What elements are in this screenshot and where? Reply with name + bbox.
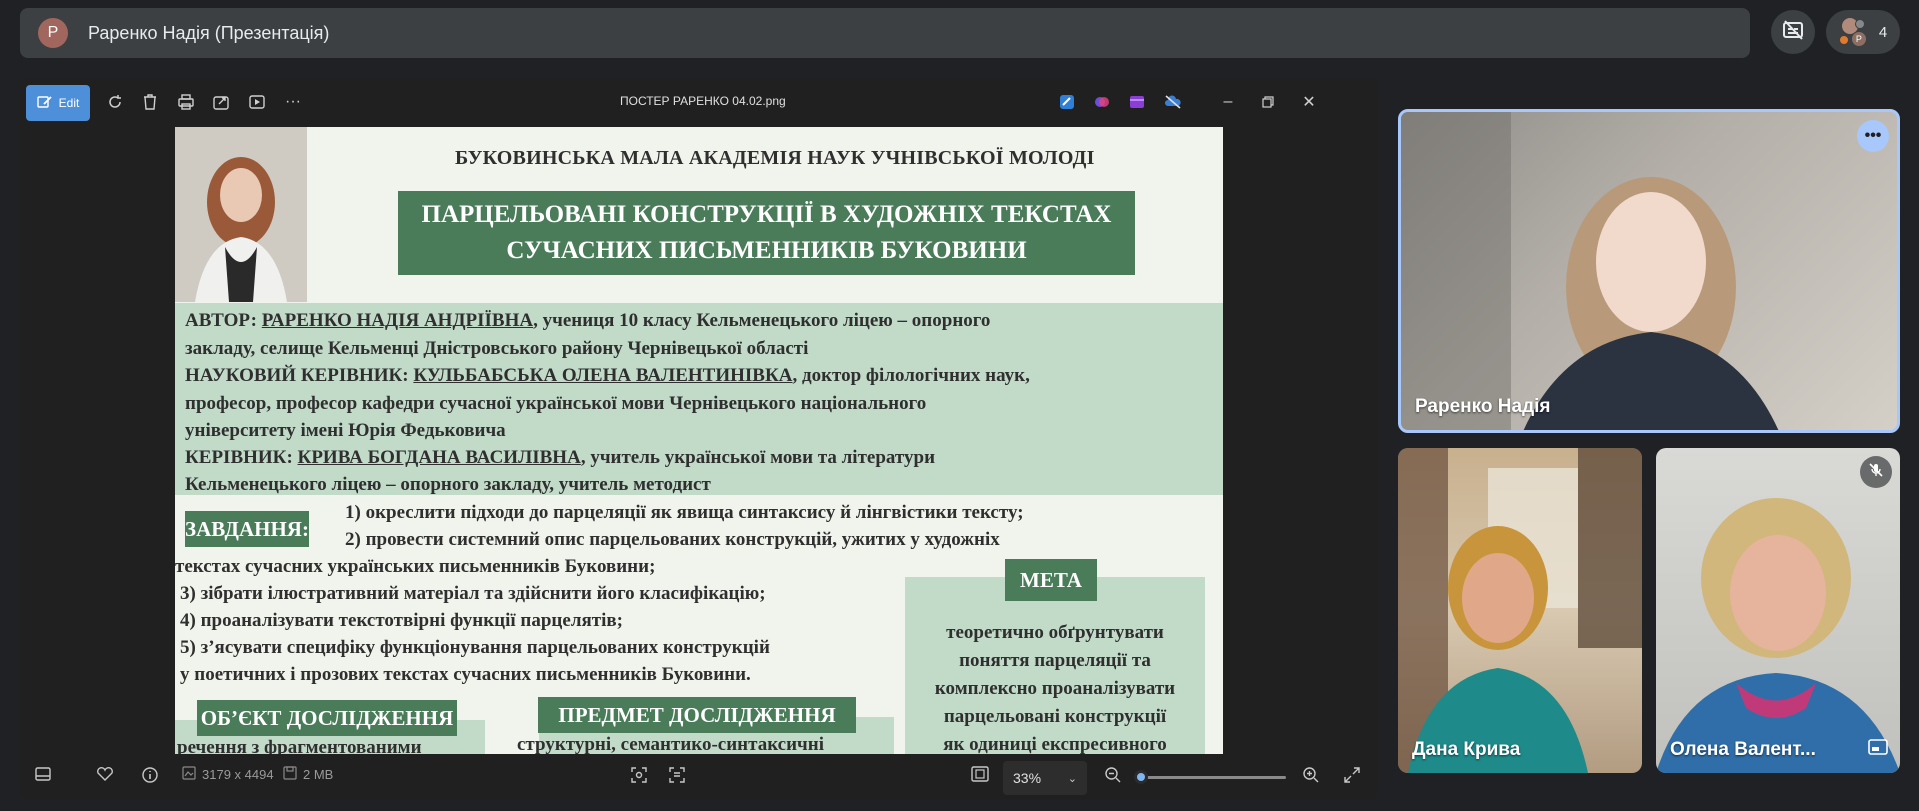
zoom-select[interactable]: 33% ⌄ (1003, 761, 1087, 795)
close-icon[interactable]: ✕ (1297, 91, 1321, 113)
goal-line-2: поняття парцеляції та (959, 650, 1151, 671)
poster-image: БУКОВИНСЬКА МАЛА АКАДЕМІЯ НАУК УЧНІВСЬКО… (175, 127, 1223, 754)
filmstrip-icon[interactable] (34, 766, 52, 782)
image-dimensions: 3179 x 4494 (182, 766, 274, 783)
participant-name: Раренко Надія (1415, 396, 1551, 417)
participant-avatars: P (1838, 17, 1869, 47)
picture-in-picture-icon (1868, 738, 1888, 760)
hide-captions-button[interactable] (1771, 10, 1815, 54)
clipchamp-icon[interactable] (1126, 91, 1148, 113)
chevron-down-icon: ⌄ (1067, 772, 1077, 785)
edit-label: Edit (58, 96, 80, 110)
more-options-icon[interactable]: ··· (282, 91, 304, 113)
mic-off-indicator (1860, 456, 1892, 488)
supervisor-line: НАУКОВИЙ КЕРІВНИК: КУЛЬБАБСЬКА ОЛЕНА ВАЛ… (185, 365, 1030, 386)
edit-icon (36, 94, 53, 113)
task-1: 1) окреслити підходи до парцеляції як яв… (345, 502, 1024, 523)
supervisor-line-2: професор, професор кафедри сучасної укра… (185, 393, 927, 414)
onedrive-offline-icon[interactable] (1162, 91, 1184, 113)
zoom-out-icon[interactable] (1104, 766, 1122, 784)
task-5-cont: у поетичних і прозових текстах сучасних … (180, 664, 751, 685)
goal-label: МЕТА (1005, 559, 1097, 601)
designer-icon[interactable] (1056, 91, 1078, 113)
disk-icon (283, 766, 297, 783)
fullscreen-icon[interactable] (1343, 766, 1361, 784)
subject-text: структурні, семантико-синтаксичні (517, 734, 824, 754)
fit-to-window-icon[interactable] (971, 766, 989, 782)
task-4: 4) проаналізувати текстотвірні функції п… (180, 610, 623, 631)
leader-line-2: Кельменецького ліцею – опорного закладу,… (185, 474, 711, 495)
object-label: ОБ’ЄКТ ДОСЛІДЖЕННЯ (197, 700, 457, 736)
task-2: 2) провести системний опис парцельованих… (345, 529, 1000, 550)
author-photo (175, 127, 307, 302)
task-3: 3) зібрати ілюстративний матеріал та зді… (180, 583, 766, 604)
file-name: ПОСТЕР РАРЕНКО 04.02.png (620, 94, 786, 108)
participant-video (1401, 112, 1779, 430)
goal-line-5: як одиниці експресивного (943, 734, 1167, 754)
presentation-title: Раренко Надія (Презентація) (88, 22, 330, 43)
participant-name: Олена Валент... (1670, 739, 1816, 760)
participant-name: Дана Крива (1412, 739, 1521, 760)
participant-video (1398, 448, 1642, 773)
participant-tile-presenter[interactable]: ••• Раренко Надія (1398, 109, 1900, 433)
task-5: 5) з’ясувати специфіку функціонування па… (180, 637, 770, 658)
copilot-icon[interactable] (1091, 91, 1113, 113)
viewer-toolbar: Edit ··· ПОСТЕР РАРЕНКО 04.02.png – ✕ (20, 79, 1377, 125)
poster-title: ПАРЦЕЛЬОВАНІ КОНСТРУКЦІЇ В ХУДОЖНІХ ТЕКС… (398, 191, 1135, 275)
pip-button[interactable] (1862, 733, 1894, 765)
poster-title-line1: ПАРЦЕЛЬОВАНІ КОНСТРУКЦІЇ В ХУДОЖНІХ ТЕКС… (421, 201, 1112, 228)
viewer-statusbar: 3179 x 4494 2 MB 33% ⌄ (20, 754, 1377, 800)
print-icon[interactable] (175, 91, 197, 113)
participants-count: 4 (1878, 23, 1888, 41)
poster: БУКОВИНСЬКА МАЛА АКАДЕМІЯ НАУК УЧНІВСЬКО… (175, 127, 1223, 754)
participant-tile-3[interactable]: Олена Валент... (1656, 448, 1900, 773)
presentation-bar[interactable]: P Раренко Надія (Презентація) (20, 8, 1750, 58)
zoom-slider-thumb[interactable] (1133, 770, 1148, 784)
file-info-icon[interactable] (141, 766, 159, 784)
visual-search-icon[interactable] (630, 766, 648, 784)
author-line: АВТОР: РАРЕНКО НАДІЯ АНДРІЇВНА, учениця … (185, 310, 991, 331)
rotate-icon[interactable] (104, 91, 126, 113)
goal-line-1: теоретично обґрунтувати (946, 622, 1164, 643)
slideshow-icon[interactable] (246, 91, 268, 113)
delete-icon[interactable] (139, 91, 161, 113)
dimensions-icon (182, 766, 196, 783)
file-size: 2 MB (283, 766, 333, 783)
task-2-cont: текстах сучасних українських письменникі… (175, 556, 656, 577)
participant-video (1656, 498, 1900, 773)
presenter-avatar: P (38, 18, 68, 48)
subject-label: ПРЕДМЕТ ДОСЛІДЖЕННЯ (538, 697, 856, 733)
share-icon[interactable] (210, 91, 232, 113)
goal-line-3: комплексно проаналізувати (934, 678, 1176, 699)
restore-icon[interactable] (1256, 91, 1280, 113)
object-text: речення з фрагментованими (177, 737, 422, 754)
zoom-value: 33% (1013, 770, 1042, 786)
supervisor-line-3: університету імені Юрія Федьковича (185, 420, 506, 441)
dimensions-text: 3179 x 4494 (202, 767, 274, 782)
leader-line: КЕРІВНИК: КРИВА БОГДАНА ВАСИЛІВНА, учите… (185, 447, 936, 468)
poster-title-line2: СУЧАСНИХ ПИСЬМЕННИКІВ БУКОВИНИ (506, 237, 1027, 264)
more-options-icon: ••• (1864, 127, 1882, 144)
edit-button[interactable]: Edit (26, 85, 90, 121)
author-line-2: закладу, селище Кельменці Дністровського… (185, 338, 809, 359)
text-scan-icon[interactable] (668, 766, 686, 784)
poster-organization: БУКОВИНСЬКА МАЛА АКАДЕМІЯ НАУК УЧНІВСЬКО… (455, 147, 1095, 169)
mic-off-icon (1868, 462, 1884, 483)
favorite-icon[interactable] (96, 766, 114, 782)
zoom-slider[interactable] (1133, 770, 1286, 784)
tasks-label: ЗАВДАННЯ: (185, 511, 309, 547)
file-size-text: 2 MB (303, 767, 334, 782)
goal-section: МЕТА теоретично обґрунтувати поняття пар… (905, 559, 1205, 754)
goal-line-4: парцельовані конструкції (943, 706, 1167, 727)
minimize-icon[interactable]: – (1216, 91, 1240, 113)
tile-more-options-button[interactable]: ••• (1857, 120, 1889, 152)
photo-viewer-window: Edit ··· ПОСТЕР РАРЕНКО 04.02.png – ✕ БУ… (20, 79, 1377, 800)
participants-button[interactable]: P 4 (1826, 10, 1900, 54)
participant-tile-2[interactable]: Дана Крива (1398, 448, 1642, 773)
zoom-in-icon[interactable] (1302, 766, 1320, 784)
no-captions-icon (1782, 19, 1804, 46)
